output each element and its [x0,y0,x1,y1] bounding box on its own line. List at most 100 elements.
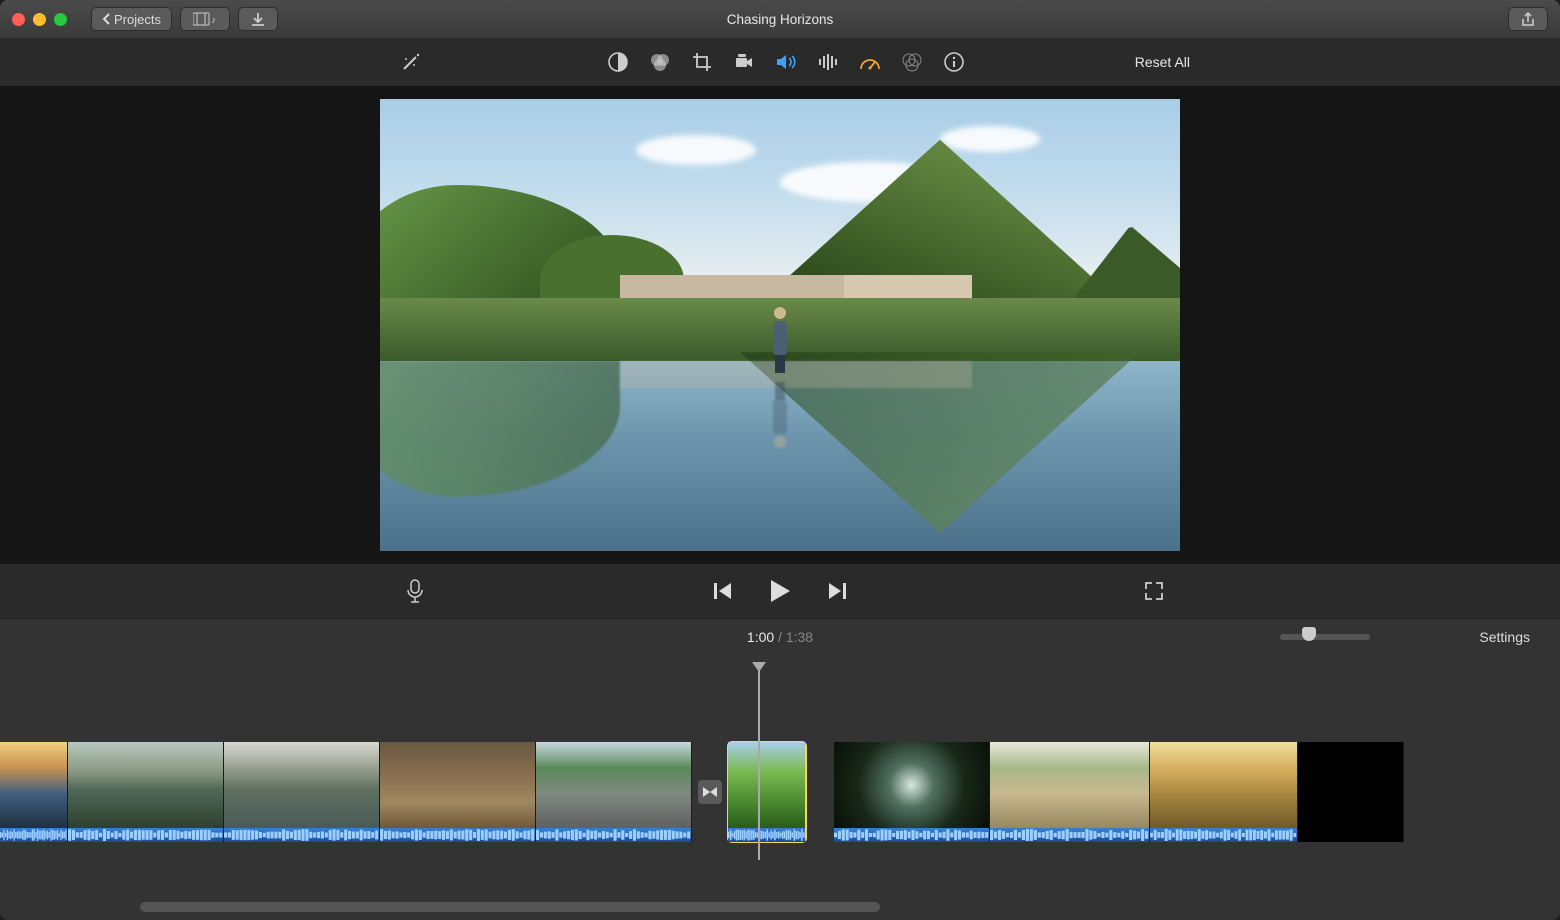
window: Projects ♪ Chasing Horizons [0,0,1560,920]
minimize-window-icon[interactable] [33,13,46,26]
clip-audio-waveform [380,828,535,842]
video-track [0,742,1560,862]
playback-bar [0,564,1560,618]
clip-thumbnail [1150,742,1297,828]
clip-audio-waveform [990,828,1149,842]
timecode: 1:00 / 1:38 [747,629,813,645]
timeline-clip[interactable] [1150,742,1298,842]
chevron-left-icon [102,13,110,25]
timeline-clip[interactable] [1298,742,1404,842]
fullscreen-viewer-button[interactable] [1144,581,1164,601]
color-correction-button[interactable] [649,51,671,73]
clip-audio-waveform [834,828,989,842]
volume-button[interactable] [775,51,797,73]
timeline-zoom-slider[interactable] [1280,634,1370,640]
timeline-clip[interactable] [380,742,536,842]
transition-icon[interactable] [698,780,722,804]
stabilization-button[interactable] [733,51,755,73]
clip-thumbnail [224,742,379,828]
clip-audio-waveform [536,828,691,842]
clip-thumbnail [728,742,805,828]
clip-thumbnail [834,742,989,828]
playback-controls [713,579,847,603]
voiceover-button[interactable] [406,579,424,603]
crop-button[interactable] [691,51,713,73]
skip-back-icon [713,582,733,600]
back-projects-button[interactable]: Projects [91,7,172,31]
info-button[interactable] [943,51,965,73]
timeline-clip[interactable] [990,742,1150,842]
magic-wand-icon [400,51,422,73]
transition[interactable] [692,742,728,842]
timeline-clip[interactable] [0,742,68,842]
clip-gap [806,742,834,842]
play-button[interactable] [769,579,791,603]
timebar: 1:00 / 1:38 Settings [0,618,1560,654]
reset-all-button[interactable]: Reset All [1135,54,1190,70]
timeline-scrollbar[interactable] [140,902,880,912]
speedometer-icon [859,53,881,71]
microphone-icon [406,579,424,603]
adjust-toolbar: Reset All [0,38,1560,86]
playhead[interactable] [758,664,760,860]
titlebar: Projects ♪ Chasing Horizons [0,0,1560,38]
info-icon [944,52,964,72]
toolbar-buttons: Projects ♪ [91,7,278,31]
viewer[interactable] [380,99,1180,551]
adjust-icons-group [607,51,965,73]
window-traffic-lights [12,13,67,26]
timeline-clip[interactable] [728,742,806,842]
eq-icon [818,53,838,71]
media-library-button[interactable]: ♪ [180,7,230,31]
previous-button[interactable] [713,582,733,600]
clip-thumbnail [0,742,67,828]
timeline-clip[interactable] [224,742,380,842]
clip-thumbnail [990,742,1149,828]
color-filter-icon [901,52,923,72]
share-icon [1521,11,1535,27]
fullscreen-window-icon[interactable] [54,13,67,26]
magic-wand-button[interactable] [400,51,422,73]
zoom-thumb-icon[interactable] [1302,627,1316,641]
volume-icon [775,53,797,71]
contrast-icon [608,52,628,72]
time-separator: / [778,629,786,645]
media-library-icon: ♪ [193,12,217,26]
settings-button[interactable]: Settings [1479,629,1530,645]
clip-audio-waveform [68,828,223,842]
time-duration: 1:38 [786,629,813,645]
share-button[interactable] [1508,7,1548,31]
back-label: Projects [114,12,161,27]
window-title: Chasing Horizons [727,12,834,27]
crop-icon [692,52,712,72]
clip-audio-waveform [1150,828,1297,842]
noise-reduction-button[interactable] [817,51,839,73]
color-palette-icon [649,52,671,72]
camera-icon [734,52,754,72]
next-button[interactable] [827,582,847,600]
person-in-water [772,307,788,367]
timeline-area[interactable] [0,654,1560,920]
expand-icon [1144,581,1164,601]
speed-button[interactable] [859,51,881,73]
timeline-clip[interactable] [536,742,692,842]
clip-audio-waveform [728,828,805,842]
video-filter-button[interactable] [901,51,923,73]
skip-forward-icon [827,582,847,600]
clip-thumbnail [380,742,535,828]
clip-thumbnail [68,742,223,828]
clip-audio-waveform [0,828,67,842]
import-button[interactable] [238,7,278,31]
svg-text:♪: ♪ [211,15,216,26]
download-arrow-icon [251,12,265,26]
timeline-clip[interactable] [68,742,224,842]
viewer-area [0,86,1560,564]
color-balance-button[interactable] [607,51,629,73]
clip-audio-waveform [224,828,379,842]
timeline-clip[interactable] [834,742,990,842]
clip-thumbnail [1298,742,1403,828]
clip-thumbnail [536,742,691,828]
close-window-icon[interactable] [12,13,25,26]
play-icon [769,579,791,603]
time-current: 1:00 [747,629,774,645]
